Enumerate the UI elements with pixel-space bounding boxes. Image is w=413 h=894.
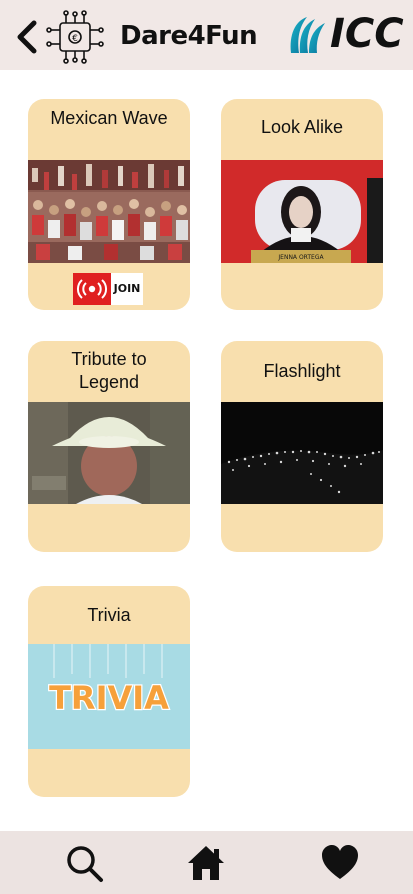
trivia-banner-image: TRIVIA (28, 644, 190, 749)
card-tribute-to-legend[interactable]: Tribute to Legend (28, 341, 190, 552)
search-icon[interactable] (64, 843, 104, 883)
jumbotron-caption: JENNA ORTEGA (277, 254, 324, 261)
heart-icon[interactable] (320, 843, 360, 883)
card-title: Tribute to Legend (71, 349, 147, 392)
card-title: Mexican Wave (50, 108, 168, 128)
app-header: € Dare4Fun ICC (0, 0, 413, 70)
mosaic-portrait-image (28, 402, 190, 504)
join-button[interactable]: JOIN (111, 273, 143, 305)
brand-title: Dare4Fun (120, 21, 258, 51)
trivia-banner-text: TRIVIA (49, 679, 169, 717)
card-title: Flashlight (263, 361, 341, 381)
circuit-chip-icon: € (46, 10, 104, 64)
card-title: Trivia (87, 605, 131, 625)
card-look-alike[interactable]: Look Alike JENNA ORTEGA (221, 99, 383, 310)
bottom-nav-bar (0, 831, 413, 894)
back-chevron-icon[interactable] (12, 20, 42, 54)
jumbotron-portrait-image: JENNA ORTEGA (221, 160, 383, 263)
card-title: Look Alike (260, 117, 344, 137)
stadium-flashlights-image (221, 402, 383, 504)
svg-text:€: € (72, 34, 78, 44)
stadium-crowd-image (28, 160, 190, 263)
home-icon[interactable] (186, 843, 226, 883)
icc-logo-icon (290, 17, 325, 53)
card-flashlight[interactable]: Flashlight (221, 341, 383, 552)
live-broadcast-icon[interactable] (73, 273, 111, 305)
card-trivia[interactable]: Trivia TRIVIA (28, 586, 190, 797)
icc-logo-text: ICC (330, 11, 404, 57)
card-mexican-wave[interactable]: Mexican Wave JOIN (28, 99, 190, 310)
